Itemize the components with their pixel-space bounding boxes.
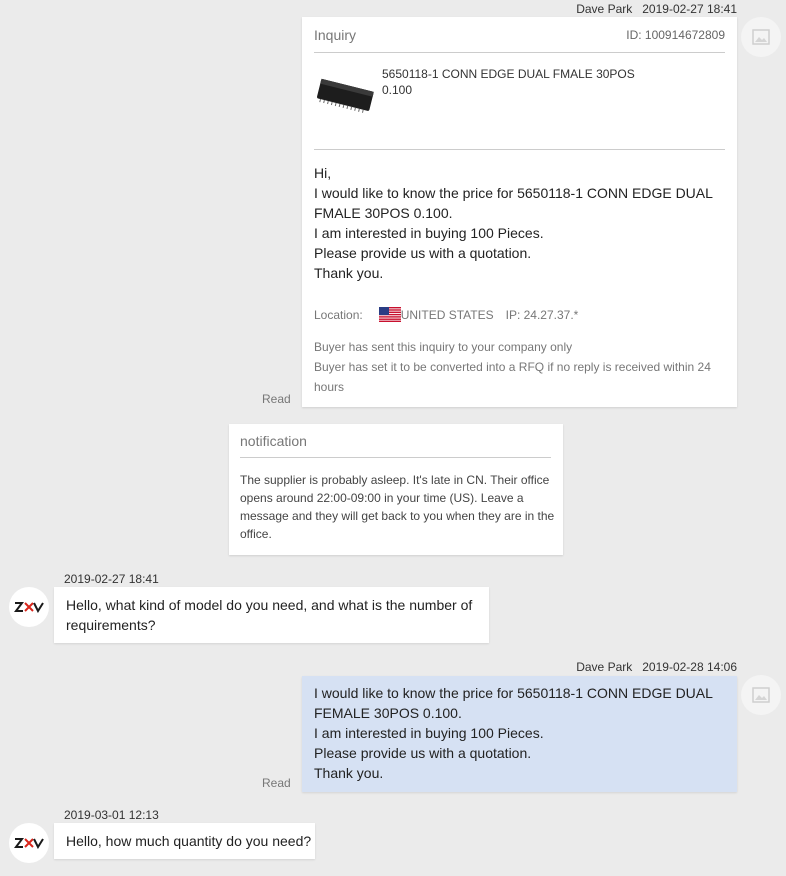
timestamp: 2019-03-01 12:13 (64, 808, 159, 822)
notification-line: message and they will get back to you wh… (240, 509, 555, 523)
notification-text: The supplier is probably asleep. It's la… (240, 471, 554, 543)
body-line: I would like to know the price for 56501… (314, 185, 713, 201)
image-placeholder-icon (752, 687, 770, 703)
note-line: Buyer has sent this inquiry to your comp… (314, 340, 573, 354)
divider (314, 52, 725, 53)
notification-line: office. (240, 527, 272, 541)
zxv-logo (14, 838, 44, 849)
notification-title: notification (240, 433, 307, 449)
read-status: Read (262, 392, 291, 406)
timestamp: 2019-02-27 18:41 (642, 2, 737, 16)
inquiry-title: Inquiry (314, 27, 357, 43)
divider (240, 457, 551, 458)
product-name-line: 5650118-1 CONN EDGE DUAL FMALE 30POS (382, 67, 635, 81)
product-name[interactable]: 5650118-1 CONN EDGE DUAL FMALE 30POS 0.1… (382, 66, 635, 98)
notification-card: notification The supplier is probably as… (229, 424, 563, 555)
supplier-message-bubble: Hello, what kind of model do you need, a… (54, 587, 489, 643)
body-line: Please provide us with a quotation. (314, 245, 532, 261)
message-line: Thank you. (314, 765, 384, 781)
supplier-message-bubble: Hello, how much quantity do you need? (54, 823, 315, 859)
message-line: Hello, how much quantity do you need? (66, 833, 312, 849)
timestamp: 2019-02-28 14:06 (642, 660, 737, 674)
sender-name: Dave Park (576, 2, 633, 16)
body-line: FMALE 30POS 0.100. (314, 205, 453, 221)
body-line: I am interested in buying 100 Pieces. (314, 225, 544, 241)
note-line: hours (314, 380, 345, 394)
buyer-avatar[interactable] (741, 17, 781, 57)
product-image[interactable] (314, 69, 376, 123)
buyer-message-bubble: I would like to know the price for 56501… (302, 676, 737, 792)
image-placeholder-icon (752, 29, 770, 45)
message-line: Hello, what kind of model do you need, a… (66, 597, 473, 613)
supplier-avatar[interactable] (9, 587, 49, 627)
inquiry-id: ID: 100914672809 (626, 28, 725, 42)
location-row: Location: UNITED STATES IP: 24.27.37.* (314, 307, 578, 322)
message-line: I am interested in buying 100 Pieces. (314, 725, 544, 741)
zxv-logo (14, 602, 44, 613)
message-line: I would like to know the price for 56501… (314, 685, 713, 701)
buyer-message-meta: Dave Park 2019-02-28 14:06 (576, 660, 737, 674)
body-line: Thank you. (314, 265, 384, 281)
ip-address: IP: 24.27.37.* (505, 307, 579, 322)
supplier-avatar[interactable] (9, 823, 49, 863)
body-line: Hi, (314, 165, 332, 181)
notification-line: The supplier is probably asleep. It's la… (240, 473, 550, 487)
inquiry-body: Hi, I would like to know the price for 5… (314, 163, 713, 283)
country-name: UNITED STATES (400, 307, 494, 322)
read-status: Read (262, 776, 291, 790)
divider (314, 149, 725, 150)
inquiry-card: Inquiry ID: 100914672809 5650118-1 CONN … (302, 17, 737, 407)
inquiry-notes: Buyer has sent this inquiry to your comp… (314, 337, 711, 397)
message-line: requirements? (66, 617, 156, 633)
inquiry-meta: Dave Park 2019-02-27 18:41 (576, 2, 737, 16)
product-name-line: 0.100 (382, 83, 413, 97)
buyer-avatar[interactable] (741, 675, 781, 715)
message-line: FEMALE 30POS 0.100. (314, 705, 462, 721)
message-line: Please provide us with a quotation. (314, 745, 532, 761)
sender-name: Dave Park (576, 660, 633, 674)
us-flag-icon (378, 307, 401, 322)
timestamp: 2019-02-27 18:41 (64, 572, 159, 586)
note-line: Buyer has set it to be converted into a … (314, 360, 711, 374)
location-label: Location: (314, 307, 363, 322)
notification-line: opens around 22:00-09:00 in your time (U… (240, 491, 524, 505)
